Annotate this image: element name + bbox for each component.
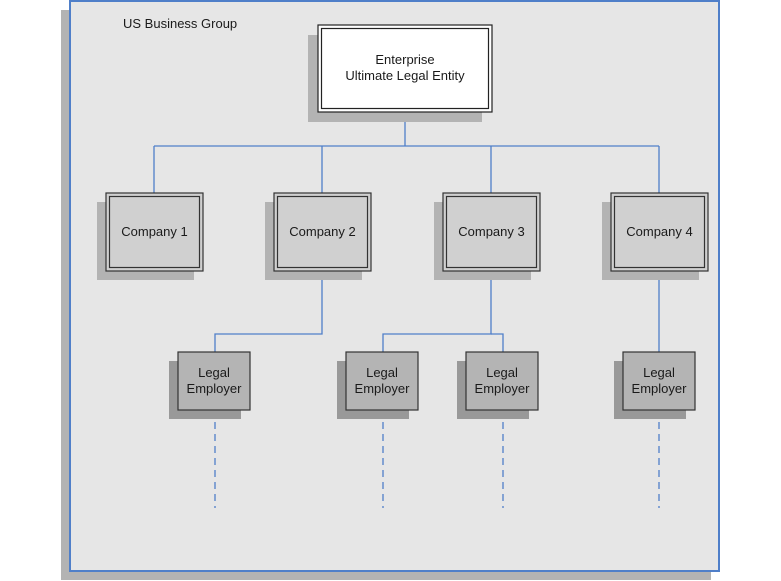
- company-4-label: Company 4: [626, 224, 692, 239]
- company-node-4: Company 4: [602, 192, 709, 280]
- business-group-label: US Business Group: [123, 16, 237, 31]
- company-3-label: Company 3: [458, 224, 524, 239]
- legal-employer-node-1: Legal Employer: [169, 351, 251, 419]
- legal-employer-node-4: Legal Employer: [614, 351, 696, 419]
- legal-employer-1-label-line2: Employer: [187, 381, 243, 396]
- enterprise-node: Enterprise Ultimate Legal Entity: [308, 24, 493, 122]
- enterprise-label-line1: Enterprise: [375, 52, 434, 67]
- legal-employer-node-2: Legal Employer: [337, 351, 419, 419]
- company-2-label: Company 2: [289, 224, 355, 239]
- legal-employer-4-label-line1: Legal: [643, 365, 675, 380]
- legal-employer-2-label-line1: Legal: [366, 365, 398, 380]
- company-node-1: Company 1: [97, 192, 204, 280]
- legal-employer-3-label-line1: Legal: [486, 365, 518, 380]
- company-node-3: Company 3: [434, 192, 541, 280]
- legal-employer-node-3: Legal Employer: [457, 351, 539, 419]
- company-1-label: Company 1: [121, 224, 187, 239]
- legal-employer-1-label-line1: Legal: [198, 365, 230, 380]
- legal-employer-3-label-line2: Employer: [475, 381, 531, 396]
- org-structure-diagram: US Business Group Enterprise Ultimate Le…: [61, 0, 720, 580]
- enterprise-label-line2: Ultimate Legal Entity: [345, 68, 465, 83]
- legal-employer-2-label-line2: Employer: [355, 381, 411, 396]
- company-node-2: Company 2: [265, 192, 372, 280]
- legal-employer-4-label-line2: Employer: [632, 381, 688, 396]
